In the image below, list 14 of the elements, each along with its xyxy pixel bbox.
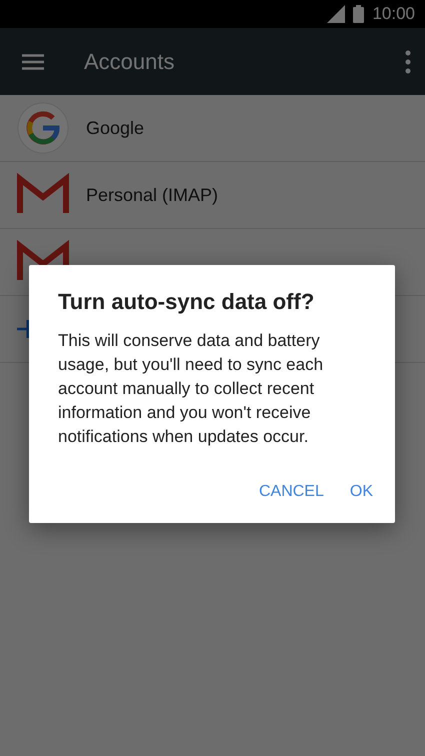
clock: 10:00 (372, 4, 415, 24)
more-options-icon[interactable] (405, 50, 411, 74)
dialog-title: Turn auto-sync data off? (58, 289, 316, 315)
google-icon (17, 102, 69, 154)
add-icon (17, 320, 29, 338)
dialog-button[interactable]: OK (342, 475, 381, 509)
dialog-message: This will conserve data and battery usage, but you'll need to sync each account manually to collect recent information and you won't receive notifications when updates occur. (58, 330, 324, 448)
menu-icon[interactable] (22, 54, 44, 70)
dialog-button[interactable]: CANCEL (250, 475, 332, 509)
account-name[interactable]: Personal (IMAP) (86, 184, 218, 206)
battery-icon (353, 5, 364, 23)
signal-icon (327, 5, 346, 23)
screen-title: Accounts (84, 48, 176, 74)
account-name[interactable]: Google (86, 118, 144, 138)
